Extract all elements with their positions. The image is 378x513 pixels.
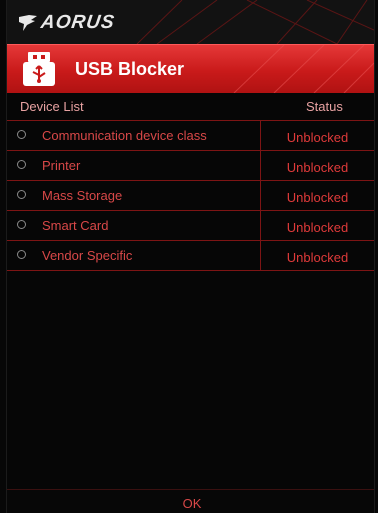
header-stripes: [233, 45, 374, 93]
usb-drive-icon: [23, 52, 55, 86]
device-row-printer[interactable]: Printer Unblocked: [7, 151, 374, 181]
device-row-communication[interactable]: Communication device class Unblocked: [7, 121, 374, 151]
column-header-status: Status: [306, 99, 343, 114]
device-name: Vendor Specific: [42, 248, 133, 263]
device-status: Unblocked: [260, 151, 374, 180]
radio-button[interactable]: [17, 220, 26, 229]
device-row-mass-storage[interactable]: Mass Storage Unblocked: [7, 181, 374, 211]
radio-button[interactable]: [17, 130, 26, 139]
ok-button[interactable]: OK: [157, 490, 227, 513]
device-status: Unblocked: [260, 181, 374, 210]
brand-text: AORUS: [39, 12, 117, 33]
device-row-vendor-specific[interactable]: Vendor Specific Unblocked: [7, 241, 374, 271]
title-header: USB Blocker: [7, 44, 374, 93]
device-status: Unblocked: [260, 241, 374, 270]
top-bar: AORUS: [7, 0, 374, 44]
radio-button[interactable]: [17, 160, 26, 169]
device-name: Smart Card: [42, 218, 109, 233]
device-name: Communication device class: [42, 128, 207, 143]
device-list: Communication device class Unblocked Pri…: [7, 120, 374, 271]
device-status: Unblocked: [260, 121, 374, 150]
radio-button[interactable]: [17, 250, 26, 259]
device-row-smart-card[interactable]: Smart Card Unblocked: [7, 211, 374, 241]
device-status: Unblocked: [260, 211, 374, 240]
device-name: Printer: [42, 158, 81, 173]
radio-button[interactable]: [17, 190, 26, 199]
column-header-device-list: Device List: [20, 99, 84, 114]
usb-blocker-window: AORUS USB Blocker Device List Status Com…: [6, 0, 375, 513]
footer-bar: OK: [7, 489, 374, 513]
page-title: USB Blocker: [75, 59, 185, 79]
aorus-eagle-icon: [19, 15, 37, 31]
aorus-logo: AORUS: [17, 12, 117, 34]
device-name: Mass Storage: [42, 188, 123, 203]
